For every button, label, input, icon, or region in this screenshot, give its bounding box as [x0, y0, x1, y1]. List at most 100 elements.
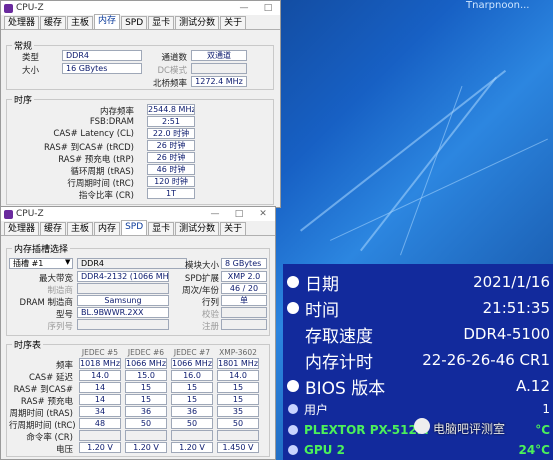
sensor-label: 时间 — [305, 300, 339, 321]
correction-label: 校验 — [201, 310, 219, 320]
max-bandwidth-label: 最大带宽 — [38, 274, 73, 284]
table-cell: 34 — [79, 406, 121, 417]
table-cell: 48 — [79, 418, 121, 429]
tab-bench[interactable]: 测试分数 — [175, 222, 220, 235]
minimize-button[interactable]: — — [232, 3, 256, 13]
light-beam — [300, 69, 507, 232]
type-value: DDR4 — [62, 50, 142, 61]
tab-spd[interactable]: SPD — [121, 220, 148, 235]
table-cell: 1.20 V — [171, 442, 213, 453]
table-cell: 35 — [217, 406, 259, 417]
tab-memory[interactable]: 内存 — [94, 222, 121, 235]
table-cell: 15 — [125, 382, 167, 393]
tab-spd[interactable]: SPD — [121, 16, 148, 29]
timings-group: 时序 内存频率 2544.8 MHz FSB:DRAM 2:51 CAS# La… — [6, 93, 274, 205]
timing-table-heading: 时序表 — [12, 338, 44, 351]
sensor-label: GPU 2 — [304, 443, 345, 457]
table-cell: 15 — [171, 394, 213, 405]
table-cell: 15 — [125, 394, 167, 405]
row-label: RAS# 到CAS# — [13, 385, 73, 395]
sensor-label: BIOS 版本 — [305, 378, 386, 399]
chip-icon — [287, 380, 299, 392]
channel-value: 双通道 — [191, 50, 247, 61]
minimize-button[interactable]: — — [203, 209, 227, 219]
column-header: JEDEC #6 — [127, 348, 165, 357]
timing-value: 1T — [147, 188, 195, 199]
timing-label: FSB:DRAM — [89, 117, 134, 127]
sensor-row-user: 用户 1 — [283, 399, 553, 419]
clock-icon — [287, 302, 299, 314]
tab-memory[interactable]: 内存 — [94, 14, 121, 29]
tab-graphics[interactable]: 显卡 — [148, 222, 175, 235]
table-cell: 1.20 V — [125, 442, 167, 453]
nb-freq-value: 1272.4 MHz — [191, 76, 247, 87]
timing-label: 循环周期 (tRAS) — [70, 167, 134, 177]
table-cell: 1801 MHz — [217, 358, 259, 369]
timing-value: 2:51 — [147, 116, 195, 127]
dram-manufacturer-value: Samsung — [77, 295, 169, 306]
tab-graphics[interactable]: 显卡 — [148, 16, 175, 29]
manufacturer-value — [77, 283, 169, 294]
watermark-logo-icon — [414, 418, 430, 434]
sensor-row-memory-timing: 内存计时 22-26-26-46 CR1 — [283, 346, 553, 374]
dram-manufacturer-label: DRAM 制造商 — [19, 298, 73, 308]
tab-mainboard[interactable]: 主板 — [67, 222, 94, 235]
table-cell: 36 — [171, 406, 213, 417]
window-title: CPU-Z — [16, 209, 44, 219]
table-cell: 36 — [125, 406, 167, 417]
slot-group: 内存插槽选择 插槽 #1 ▼ DDR4 最大带宽 DDR4-2132 (1066… — [6, 242, 270, 336]
tab-bench[interactable]: 测试分数 — [175, 16, 220, 29]
sensor-value: °C — [535, 423, 550, 437]
tab-mainboard[interactable]: 主板 — [67, 16, 94, 29]
module-type: DDR4 — [77, 258, 187, 269]
disk-icon — [288, 425, 298, 435]
table-cell — [125, 430, 167, 441]
table-cell: 15 — [217, 394, 259, 405]
row-label: 频率 — [55, 361, 73, 371]
sensor-label: 用户 — [304, 402, 329, 417]
size-value: 16 GBytes — [62, 63, 142, 74]
module-size-value: 8 GBytes — [221, 258, 267, 269]
module-size-label: 模块大小 — [184, 261, 219, 271]
title-bar[interactable]: CPU-Z — □ ✕ — [1, 207, 275, 221]
tab-caches[interactable]: 缓存 — [40, 16, 67, 29]
sensor-label: 存取速度 — [305, 326, 373, 347]
table-cell: 16.0 — [171, 370, 213, 381]
timing-value: 2544.8 MHz — [147, 104, 195, 115]
maximize-button[interactable]: □ — [227, 209, 251, 219]
tab-cpu[interactable]: 处理器 — [4, 222, 40, 235]
maximize-button[interactable]: □ — [256, 3, 280, 13]
title-bar[interactable]: CPU-Z — □ — [1, 1, 280, 15]
light-beam — [330, 138, 548, 241]
cpuz-window-memory: CPU-Z — □ 处理器 缓存 主板 内存 SPD 显卡 测试分数 关于 常规… — [0, 0, 281, 208]
dc-mode-label: DC模式 — [157, 66, 187, 76]
sensor-value: 1 — [542, 402, 550, 416]
table-cell: 50 — [217, 418, 259, 429]
timing-value: 46 时钟 — [147, 164, 195, 175]
tab-cpu[interactable]: 处理器 — [4, 16, 40, 29]
chevron-down-icon: ▼ — [65, 258, 71, 266]
sensor-value: 2021/1/16 — [473, 273, 550, 291]
close-button[interactable]: ✕ — [251, 209, 275, 219]
cpuz-logo-icon — [4, 3, 13, 13]
window-title: CPU-Z — [16, 3, 44, 13]
sensor-row-gpu: GPU 2 24°C — [283, 440, 553, 460]
size-label: 大小 — [21, 66, 39, 76]
sensor-value: A.12 — [516, 377, 550, 395]
light-beam — [360, 76, 498, 252]
timing-table-group: 时序表 JEDEC #5 JEDEC #6 JEDEC #7 XMP-3602 … — [6, 338, 270, 457]
sensor-row-time: 时间 21:51:35 — [283, 294, 553, 322]
tab-about[interactable]: 关于 — [220, 16, 247, 29]
tab-caches[interactable]: 缓存 — [40, 222, 67, 235]
table-cell: 1066 MHz — [171, 358, 213, 369]
week-year-value: 46 / 20 — [221, 283, 267, 294]
slot-heading: 内存插槽选择 — [12, 242, 71, 255]
table-cell: 14.0 — [79, 370, 121, 381]
thermometer-icon — [288, 445, 298, 455]
cpuz-window-spd: CPU-Z — □ ✕ 处理器 缓存 主板 内存 SPD 显卡 测试分数 关于 … — [0, 206, 276, 460]
part-number-value: BL.9BWWR.2XX — [77, 307, 169, 318]
tab-about[interactable]: 关于 — [220, 222, 247, 235]
slot-select[interactable]: 插槽 #1 — [9, 258, 73, 269]
sensor-row-bios: BIOS 版本 A.12 — [283, 372, 553, 400]
light-beam — [400, 85, 463, 256]
